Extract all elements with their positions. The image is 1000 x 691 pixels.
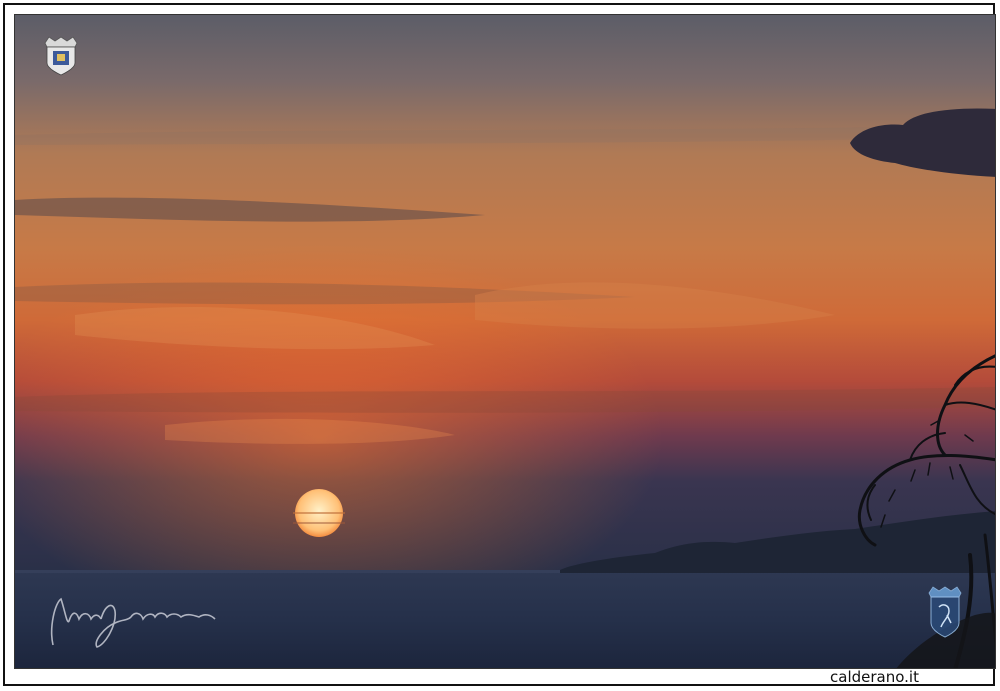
site-watermark: calderano.it: [830, 668, 919, 686]
sunset-photo: [14, 14, 996, 669]
crest-icon: [928, 586, 962, 638]
sea: [15, 570, 995, 668]
photo-frame: [3, 3, 996, 686]
